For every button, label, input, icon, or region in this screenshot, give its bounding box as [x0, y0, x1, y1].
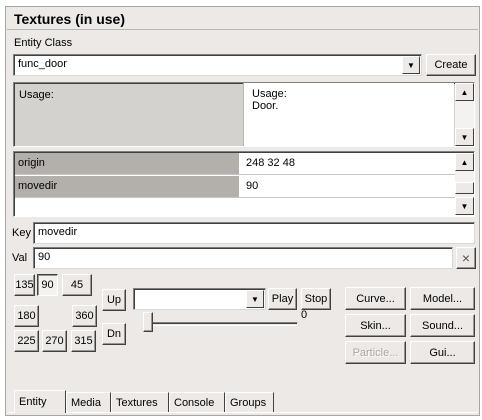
down-button[interactable]: Dn [102, 323, 126, 345]
tab-groups[interactable]: Groups [225, 392, 274, 412]
key-cell: origin [15, 153, 239, 174]
scroll-up-icon[interactable]: ▲ [455, 153, 474, 171]
create-button[interactable]: Create [426, 54, 476, 76]
gui-button[interactable]: Gui... [410, 341, 475, 364]
angle-45-button[interactable]: 45 [62, 274, 92, 296]
volume-slider-track[interactable] [144, 322, 298, 326]
value-cell: 90 [246, 180, 259, 192]
model-button[interactable]: Model... [410, 287, 475, 310]
tab-textures[interactable]: Textures [111, 392, 169, 412]
table-row[interactable]: movedir 90 [15, 176, 455, 198]
entity-class-dropdown-button[interactable]: ▼ [402, 56, 420, 74]
chevron-down-icon: ▼ [407, 60, 415, 70]
angle-135-button[interactable]: 135 [14, 274, 35, 296]
entity-class-label: Entity Class [14, 37, 73, 49]
play-button[interactable]: Play [268, 288, 297, 310]
volume-slider-thumb[interactable] [143, 312, 153, 332]
chevron-down-icon: ▼ [251, 294, 259, 304]
table-row[interactable]: origin 248 32 48 [15, 153, 455, 175]
val-input[interactable]: 90 [33, 247, 453, 269]
value-cell: 248 32 48 [246, 157, 295, 169]
entity-class-combo[interactable]: func_door [13, 54, 422, 76]
angle-315-button[interactable]: 315 [71, 330, 96, 352]
stop-button[interactable]: Stop [301, 288, 331, 310]
keyvalue-scrollbar[interactable]: ▲ ▼ [455, 153, 474, 215]
up-button[interactable]: Up [102, 289, 126, 311]
tab-baseline [9, 412, 477, 413]
entity-class-value: func_door [18, 58, 67, 70]
tab-entity[interactable]: Entity [14, 390, 66, 413]
panel-title: Textures (in use) [7, 8, 478, 30]
usage-right-line2: Door. [252, 100, 279, 112]
angle-90-button[interactable]: 90 [37, 274, 58, 296]
tab-media[interactable]: Media [66, 392, 111, 412]
angle-270-button[interactable]: 270 [42, 330, 67, 352]
scroll-down-icon[interactable]: ▼ [455, 128, 474, 146]
key-cell: movedir [15, 176, 239, 197]
angle-360-button[interactable]: 360 [72, 305, 97, 327]
particle-button: Particle... [345, 341, 406, 364]
usage-scrollbar[interactable]: ▲ ▼ [455, 83, 474, 146]
slider-value: 0 [301, 309, 308, 321]
tab-console[interactable]: Console [169, 392, 225, 412]
curve-button[interactable]: Curve... [345, 287, 406, 310]
usage-right-line1: Usage: [252, 88, 287, 100]
angle-180-button[interactable]: 180 [14, 305, 39, 327]
key-input[interactable]: movedir [33, 222, 475, 244]
skin-button[interactable]: Skin... [345, 314, 406, 337]
sound-button[interactable]: Sound... [410, 314, 475, 337]
usage-description: Usage: Door. [243, 83, 454, 146]
angle-225-button[interactable]: 225 [14, 330, 39, 352]
close-icon: × [461, 250, 471, 266]
scroll-up-icon[interactable]: ▲ [455, 83, 474, 101]
clear-value-button[interactable]: × [456, 247, 476, 269]
key-label: Key [12, 227, 31, 239]
sound-select-dropdown-button[interactable]: ▼ [246, 290, 264, 308]
usage-left-text: Usage: [19, 89, 54, 101]
entity-inspector-panel: Textures (in use) Entity Class func_door… [5, 6, 480, 416]
scroll-thumb[interactable] [455, 182, 474, 194]
val-label: Val [12, 252, 28, 264]
scroll-down-icon[interactable]: ▼ [455, 197, 474, 215]
